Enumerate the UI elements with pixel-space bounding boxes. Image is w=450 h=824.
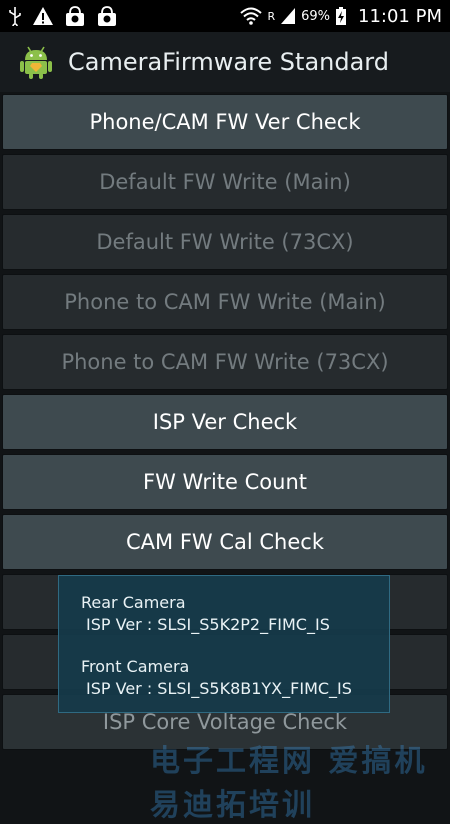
wifi-icon [240,7,263,25]
default-fw-write-main-button[interactable]: Default FW Write (Main) [2,154,448,210]
isp-ver-check-button[interactable]: ISP Ver Check [2,394,448,450]
button-label: Default FW Write (73CX) [96,230,354,254]
action-bar: CameraFirmware Standard [0,32,450,92]
clock: 11:01 PM [358,5,442,27]
rear-camera-title: Rear Camera [81,593,186,612]
fw-write-count-button[interactable]: FW Write Count [2,454,448,510]
shopping-bag-icon [98,6,116,26]
button-label: FW Write Count [142,470,307,494]
button-label: Default FW Write (Main) [99,170,351,194]
battery-charging-icon [336,7,347,25]
battery-percent: 69% [301,8,331,24]
phone-to-cam-fw-write-main-button[interactable]: Phone to CAM FW Write (Main) [2,274,448,330]
signal-icon [281,8,296,24]
button-label: Phone/CAM FW Ver Check [89,110,361,134]
button-label: CAM FW Cal Check [126,530,324,554]
status-bar: R 69% 11:01 PM [0,0,450,32]
button-label: ISP Core Voltage Check [102,710,348,734]
android-icon [20,46,52,79]
rear-camera-isp-version: ISP Ver : SLSI_S5K2P2_FIMC_IS [86,615,330,634]
front-camera-isp-version: ISP Ver : SLSI_S5K8B1YX_FIMC_IS [86,679,352,698]
front-camera-title: Front Camera [81,657,190,676]
button-label: Phone to CAM FW Write (Main) [64,290,386,314]
phone-to-cam-fw-write-73cx-button[interactable]: Phone to CAM FW Write (73CX) [2,334,448,390]
warning-icon [33,7,53,25]
cam-fw-cal-check-button[interactable]: CAM FW Cal Check [2,514,448,570]
phone-cam-fw-ver-check-button[interactable]: Phone/CAM FW Ver Check [2,94,448,150]
usb-icon [9,7,21,26]
isp-version-popup: Rear Camera ISP Ver : SLSI_S5K2P2_FIMC_I… [58,575,390,713]
shopping-bag-icon [66,6,84,26]
roaming-indicator: R [267,9,276,23]
button-label: ISP Ver Check [152,410,298,434]
page-title: CameraFirmware Standard [68,48,389,76]
default-fw-write-73cx-button[interactable]: Default FW Write (73CX) [2,214,448,270]
button-label: Phone to CAM FW Write (73CX) [61,350,389,374]
